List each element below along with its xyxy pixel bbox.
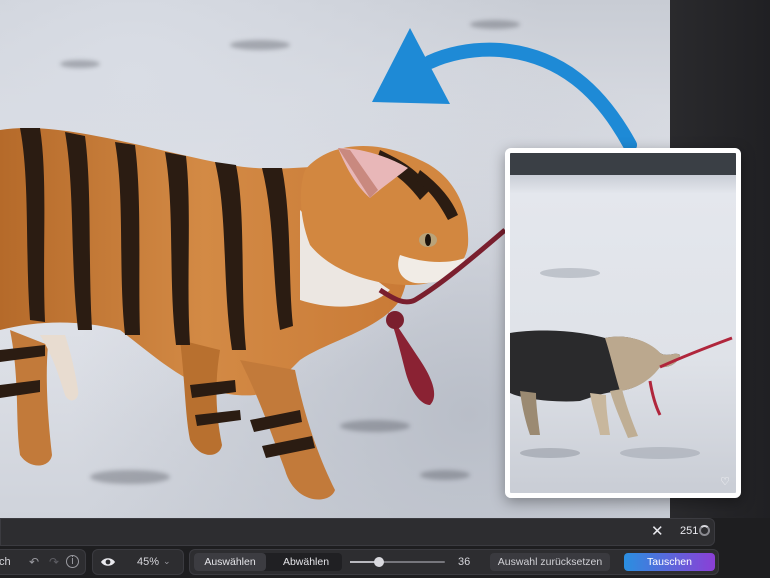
swap-source-thumbnail[interactable]: ♡ (505, 148, 741, 498)
chevron-down-icon[interactable]: ⌄ (163, 554, 171, 568)
heart-icon[interactable]: ♡ (720, 477, 730, 488)
swap-button[interactable]: Tauschen (624, 553, 715, 571)
selection-group: Auswählen Abwählen 36 Auswahl zurücksetz… (189, 549, 719, 575)
info-icon[interactable]: i (66, 555, 79, 568)
eye-icon[interactable] (100, 556, 116, 568)
selection-mode-toggle: Auswählen Abwählen (194, 553, 342, 571)
view-group: 45% ⌄ (92, 549, 184, 575)
truncated-label[interactable]: ch (0, 555, 11, 569)
history-group: ch ↶ ↷ i (0, 549, 86, 575)
dog-photo (510, 153, 736, 459)
status-bar: ✕ 251 (0, 518, 715, 546)
bottom-toolbar: ch ↶ ↷ i 45% ⌄ Auswählen Abwählen 36 Aus… (0, 546, 770, 578)
reset-selection-button[interactable]: Auswahl zurücksetzen (490, 553, 610, 571)
brush-size-value: 36 (458, 556, 471, 568)
result-count: 251 (680, 525, 699, 537)
undo-icon[interactable]: ↶ (29, 555, 39, 569)
zoom-level[interactable]: 45% (137, 555, 159, 569)
select-button[interactable]: Auswählen (194, 553, 266, 571)
brush-size-slider[interactable] (350, 557, 445, 567)
close-icon[interactable]: ✕ (651, 523, 664, 541)
deselect-button[interactable]: Abwählen (270, 553, 342, 571)
redo-icon[interactable]: ↷ (49, 555, 59, 569)
brush-size-slider-handle[interactable] (374, 557, 385, 567)
loading-spinner-icon (699, 525, 710, 536)
